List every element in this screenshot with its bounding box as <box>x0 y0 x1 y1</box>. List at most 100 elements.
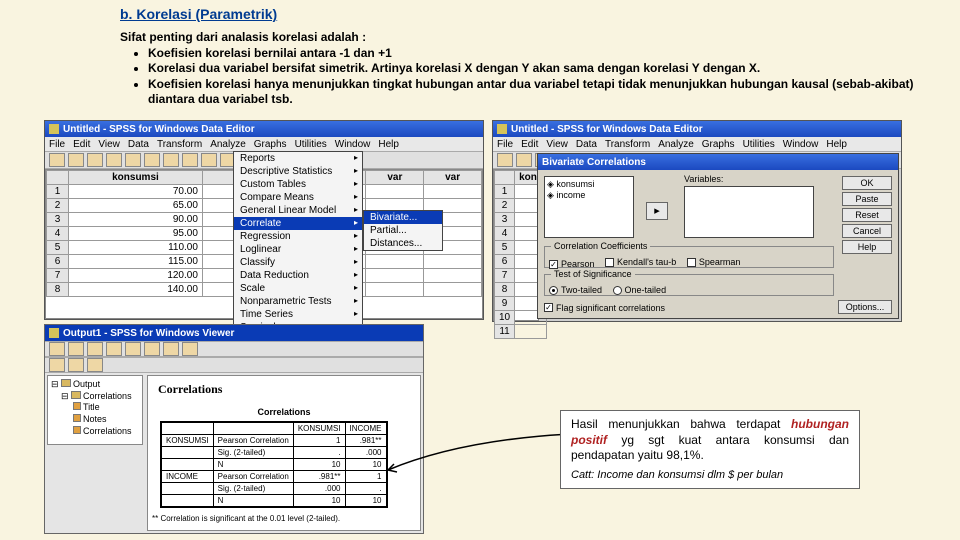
col-header[interactable]: var <box>424 171 482 185</box>
menu-item[interactable]: Graphs <box>702 139 735 150</box>
toolbar-button[interactable] <box>516 153 532 167</box>
menu-item[interactable]: Transform <box>157 139 202 150</box>
help-button[interactable]: Help <box>842 240 892 254</box>
cell[interactable]: 110.00 <box>69 241 203 255</box>
menu-item[interactable]: View <box>546 139 568 150</box>
menu-item[interactable]: Reports <box>234 152 362 165</box>
row-head[interactable]: 2 <box>47 199 69 213</box>
tree-item[interactable]: Title <box>73 402 139 414</box>
toolbar-button[interactable] <box>144 342 160 356</box>
row-head[interactable]: 7 <box>495 269 515 283</box>
toolbar-button[interactable] <box>49 342 65 356</box>
two-tailed-radio[interactable]: Two-tailed <box>549 285 602 295</box>
cell[interactable]: 120.00 <box>69 269 203 283</box>
paste-button[interactable]: Paste <box>842 192 892 206</box>
row-head[interactable]: 5 <box>47 241 69 255</box>
pearson-checkbox[interactable]: ✓Pearson <box>549 259 595 269</box>
toolbar-button[interactable] <box>87 358 103 372</box>
col-header[interactable]: var <box>366 171 424 185</box>
toolbar-button[interactable] <box>201 153 217 167</box>
menubar[interactable]: File Edit View Data Transform Analyze Gr… <box>45 137 483 151</box>
menu-item[interactable]: Descriptive Statistics <box>234 165 362 178</box>
toolbar-button[interactable] <box>497 153 513 167</box>
tree-item[interactable]: Notes <box>73 414 139 426</box>
menu-item[interactable]: File <box>49 139 65 150</box>
toolbar-button[interactable] <box>125 342 141 356</box>
menu-item[interactable]: View <box>98 139 120 150</box>
tree-root[interactable]: ⊟ Output <box>51 379 139 391</box>
menu-item[interactable]: Compare Means <box>234 191 362 204</box>
menu-item[interactable]: Analyze <box>210 139 246 150</box>
menu-item[interactable]: Data Reduction <box>234 269 362 282</box>
menu-item[interactable]: Window <box>783 139 819 150</box>
cell[interactable]: 90.00 <box>69 213 203 227</box>
row-head[interactable]: 8 <box>47 283 69 297</box>
source-listbox[interactable]: ◈ konsumsi ◈ income <box>544 176 634 238</box>
output-tree[interactable]: ⊟ Output ⊟ Correlations Title Notes Corr… <box>47 375 143 445</box>
submenu-item[interactable]: Distances... <box>364 237 442 250</box>
menu-item[interactable]: Utilities <box>295 139 327 150</box>
menu-item[interactable]: Classify <box>234 256 362 269</box>
one-tailed-radio[interactable]: One-tailed <box>613 285 667 295</box>
data-grid[interactable]: kons 1 2 3 4 5 6 7 8 9 10 11 <box>493 169 539 321</box>
submenu-item[interactable]: Partial... <box>364 224 442 237</box>
list-item[interactable]: ◈ konsumsi <box>547 179 631 190</box>
menu-item[interactable]: Loglinear <box>234 243 362 256</box>
toolbar-button[interactable] <box>125 153 141 167</box>
menu-item[interactable]: File <box>497 139 513 150</box>
toolbar-button[interactable] <box>106 153 122 167</box>
toolbar-button[interactable] <box>68 342 84 356</box>
menu-item[interactable]: Scale <box>234 282 362 295</box>
row-head[interactable]: 4 <box>47 227 69 241</box>
spearman-checkbox[interactable]: Spearman <box>687 257 741 267</box>
menu-item[interactable]: Help <box>378 139 399 150</box>
menubar[interactable]: File Edit View Data Transform Analyze Gr… <box>493 137 901 151</box>
row-head[interactable]: 6 <box>47 255 69 269</box>
row-head[interactable]: 1 <box>495 185 515 199</box>
menu-item[interactable]: Analyze <box>658 139 694 150</box>
menu-item[interactable]: Data <box>128 139 149 150</box>
toolbar-button[interactable] <box>106 342 122 356</box>
menu-item[interactable]: Nonparametric Tests <box>234 295 362 308</box>
row-head[interactable]: 8 <box>495 283 515 297</box>
move-right-button[interactable]: ▸ <box>646 202 668 220</box>
cell[interactable]: 140.00 <box>69 283 203 297</box>
menu-item[interactable]: Help <box>826 139 847 150</box>
cancel-button[interactable]: Cancel <box>842 224 892 238</box>
menu-item[interactable]: Edit <box>73 139 90 150</box>
menu-item[interactable]: Graphs <box>254 139 287 150</box>
menu-item[interactable]: General Linear Model <box>234 204 362 217</box>
row-head[interactable]: 10 <box>495 311 515 325</box>
toolbar-button[interactable] <box>68 153 84 167</box>
flag-checkbox[interactable]: ✓Flag significant correlations <box>544 302 673 313</box>
col-header[interactable]: konsumsi <box>69 171 203 185</box>
cell[interactable]: 115.00 <box>69 255 203 269</box>
row-head[interactable]: 11 <box>495 325 515 339</box>
toolbar-button[interactable] <box>49 153 65 167</box>
row-head[interactable]: 3 <box>47 213 69 227</box>
toolbar-button[interactable] <box>144 153 160 167</box>
toolbar-button[interactable] <box>49 358 65 372</box>
menu-item[interactable]: Transform <box>605 139 650 150</box>
row-head[interactable]: 2 <box>495 199 515 213</box>
toolbar-button[interactable] <box>68 358 84 372</box>
tree-item[interactable]: Correlations <box>73 426 139 438</box>
tree-group[interactable]: ⊟ Correlations <box>61 391 139 403</box>
list-item[interactable]: ◈ income <box>547 190 631 201</box>
toolbar-button[interactable] <box>87 153 103 167</box>
cell[interactable]: 65.00 <box>69 199 203 213</box>
options-button[interactable]: Options... <box>838 300 892 314</box>
menu-item[interactable]: Edit <box>521 139 538 150</box>
toolbar-button[interactable] <box>182 153 198 167</box>
reset-button[interactable]: Reset <box>842 208 892 222</box>
variables-listbox[interactable] <box>684 186 814 238</box>
row-head[interactable]: 9 <box>495 297 515 311</box>
toolbar-button[interactable] <box>87 342 103 356</box>
toolbar-button[interactable] <box>182 342 198 356</box>
kendall-checkbox[interactable]: Kendall's tau-b <box>605 257 676 267</box>
menu-item[interactable]: Custom Tables <box>234 178 362 191</box>
correlate-submenu[interactable]: Bivariate... Partial... Distances... <box>363 210 443 251</box>
toolbar-button[interactable] <box>163 153 179 167</box>
row-head[interactable]: 6 <box>495 255 515 269</box>
row-head[interactable]: 7 <box>47 269 69 283</box>
